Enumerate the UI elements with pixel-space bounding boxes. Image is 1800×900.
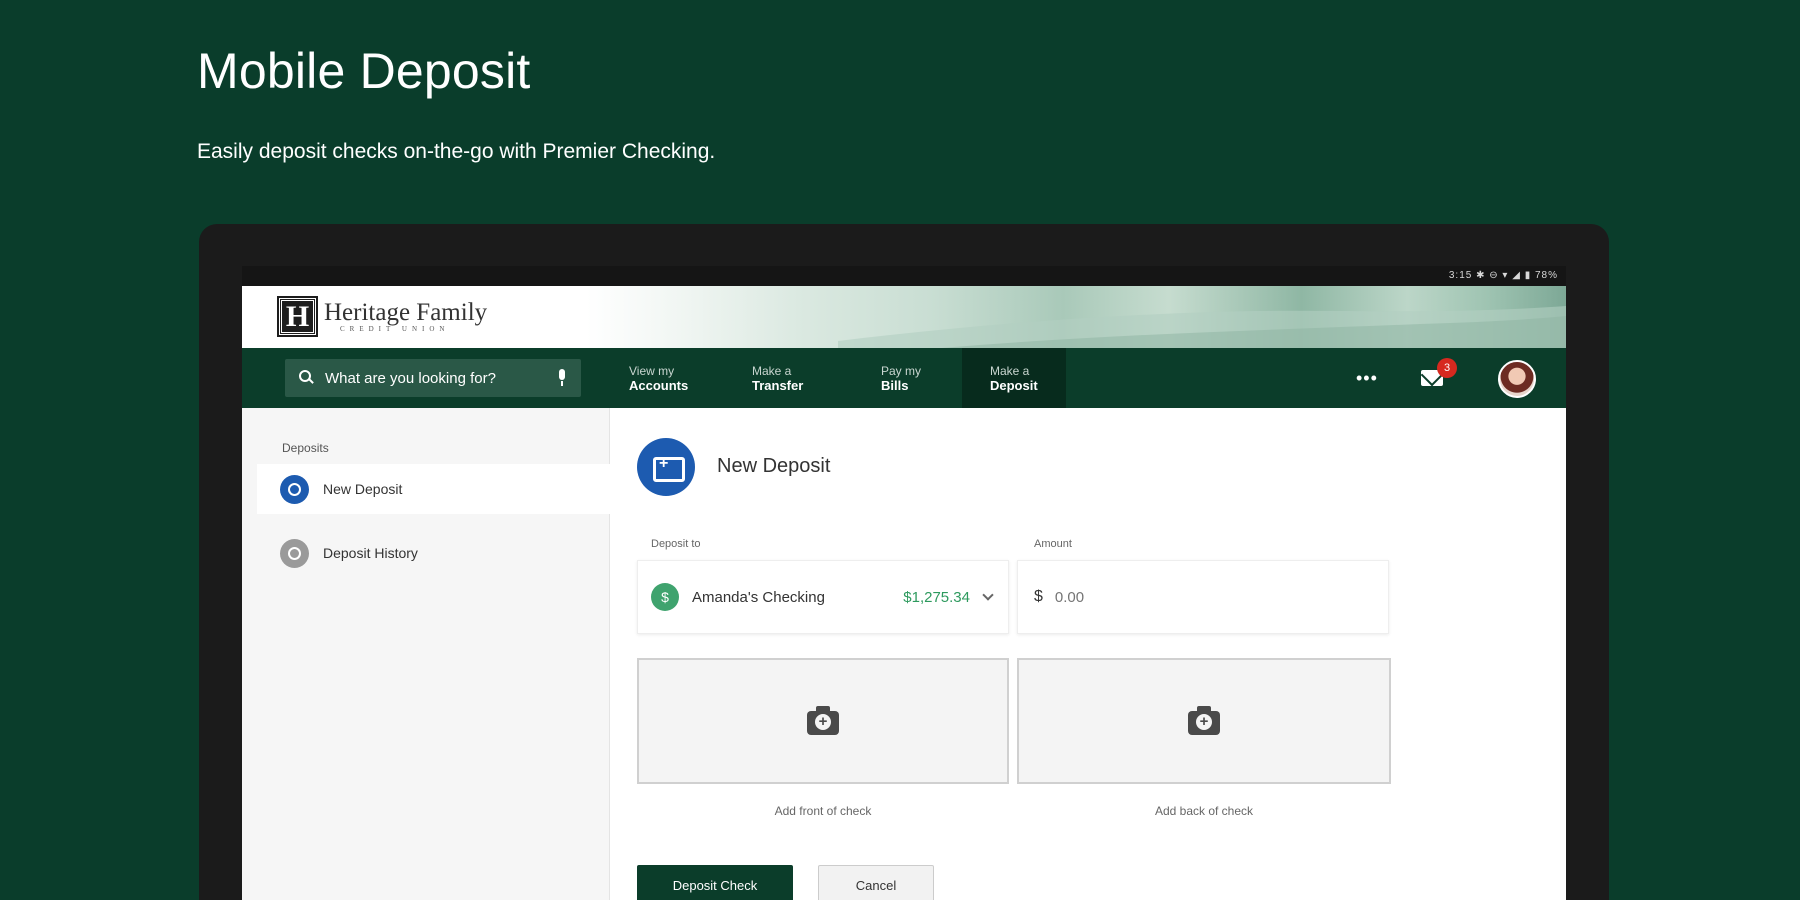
status-bar: 3:15 ✱ ⊖ ▾ ◢ ▮ 78% xyxy=(242,266,1566,286)
front-caption: Add front of check xyxy=(774,804,872,818)
more-icon[interactable]: ••• xyxy=(1356,369,1378,387)
header-wave-decoration xyxy=(837,306,1566,348)
logo-mark: H xyxy=(277,296,318,337)
mic-icon[interactable] xyxy=(557,369,567,387)
brand-name: Heritage Family xyxy=(324,298,488,326)
status-text: 3:15 ✱ ⊖ ▾ ◢ ▮ 78% xyxy=(1448,270,1558,281)
page-title: New Deposit xyxy=(717,455,831,477)
brand-header: H Heritage Family CREDIT UNION xyxy=(242,286,1566,348)
sidebar: Deposits New Deposit Deposit History xyxy=(242,408,610,900)
mail-badge: 3 xyxy=(1437,358,1457,378)
nav-item-label: Bills xyxy=(881,378,909,393)
search-bar[interactable]: What are you looking for? xyxy=(285,359,581,397)
deposit-icon xyxy=(637,438,695,496)
search-icon xyxy=(299,370,315,386)
nav-item-small: Make a xyxy=(990,364,1030,378)
account-select[interactable]: $ Amanda's Checking $1,275.34 xyxy=(637,560,1009,634)
account-balance: $1,275.34 xyxy=(903,588,970,606)
amount-label: Amount xyxy=(1034,538,1072,550)
promo-subtitle: Easily deposit checks on-the-go with Pre… xyxy=(197,140,716,163)
search-input[interactable]: What are you looking for? xyxy=(325,370,557,387)
nav-item-label: Deposit xyxy=(990,378,1038,393)
deposit-form: New Deposit Deposit to Amount $ Amanda's… xyxy=(610,408,1566,900)
brand-subtitle: CREDIT UNION xyxy=(340,324,450,333)
chevron-down-icon xyxy=(982,588,994,601)
front-of-check-capture[interactable] xyxy=(637,658,1009,784)
nav-item-small: Make a xyxy=(752,364,792,378)
camera-icon xyxy=(1188,706,1220,735)
deposit-to-label: Deposit to xyxy=(651,538,701,550)
history-icon xyxy=(280,538,309,568)
amount-field[interactable]: $ xyxy=(1017,560,1389,634)
sidebar-item-label: Deposit History xyxy=(323,545,418,561)
deposit-check-button[interactable]: Deposit Check xyxy=(637,865,793,900)
sidebar-item-label: New Deposit xyxy=(323,481,403,497)
nav-deposit[interactable]: Make a Deposit xyxy=(962,348,1066,408)
camera-icon xyxy=(807,706,839,735)
currency-symbol: $ xyxy=(1034,588,1043,605)
brand-logo[interactable]: H Heritage Family CREDIT UNION xyxy=(277,296,488,337)
account-name: Amanda's Checking xyxy=(692,588,825,606)
sidebar-item-deposit-history[interactable]: Deposit History xyxy=(257,528,610,578)
nav-item-small: Pay my xyxy=(881,364,922,378)
cancel-button[interactable]: Cancel xyxy=(818,865,934,900)
nav-accounts[interactable]: View my Accounts xyxy=(629,348,688,408)
nav-item-label: Transfer xyxy=(752,378,804,393)
amount-input[interactable] xyxy=(1054,588,1255,606)
sidebar-title: Deposits xyxy=(282,441,329,455)
nav-item-label: Accounts xyxy=(629,378,689,393)
back-of-check-capture[interactable] xyxy=(1017,658,1391,784)
promo-title: Mobile Deposit xyxy=(197,43,531,99)
nav-bills[interactable]: Pay my Bills xyxy=(881,348,921,408)
back-caption: Add back of check xyxy=(1154,804,1254,818)
nav-transfer[interactable]: Make a Transfer xyxy=(752,348,803,408)
tablet-screen: 3:15 ✱ ⊖ ▾ ◢ ▮ 78% H Heritage Family CRE… xyxy=(242,266,1566,900)
avatar[interactable] xyxy=(1498,360,1536,398)
nav-item-small: View my xyxy=(629,364,675,378)
dollar-icon: $ xyxy=(651,583,679,611)
deposit-icon xyxy=(280,474,309,504)
tablet-frame: 3:15 ✱ ⊖ ▾ ◢ ▮ 78% H Heritage Family CRE… xyxy=(199,224,1609,900)
sidebar-item-new-deposit[interactable]: New Deposit xyxy=(257,464,610,514)
logo-text: Heritage Family CREDIT UNION xyxy=(324,298,488,333)
main-nav: What are you looking for? View my Accoun… xyxy=(242,348,1566,408)
